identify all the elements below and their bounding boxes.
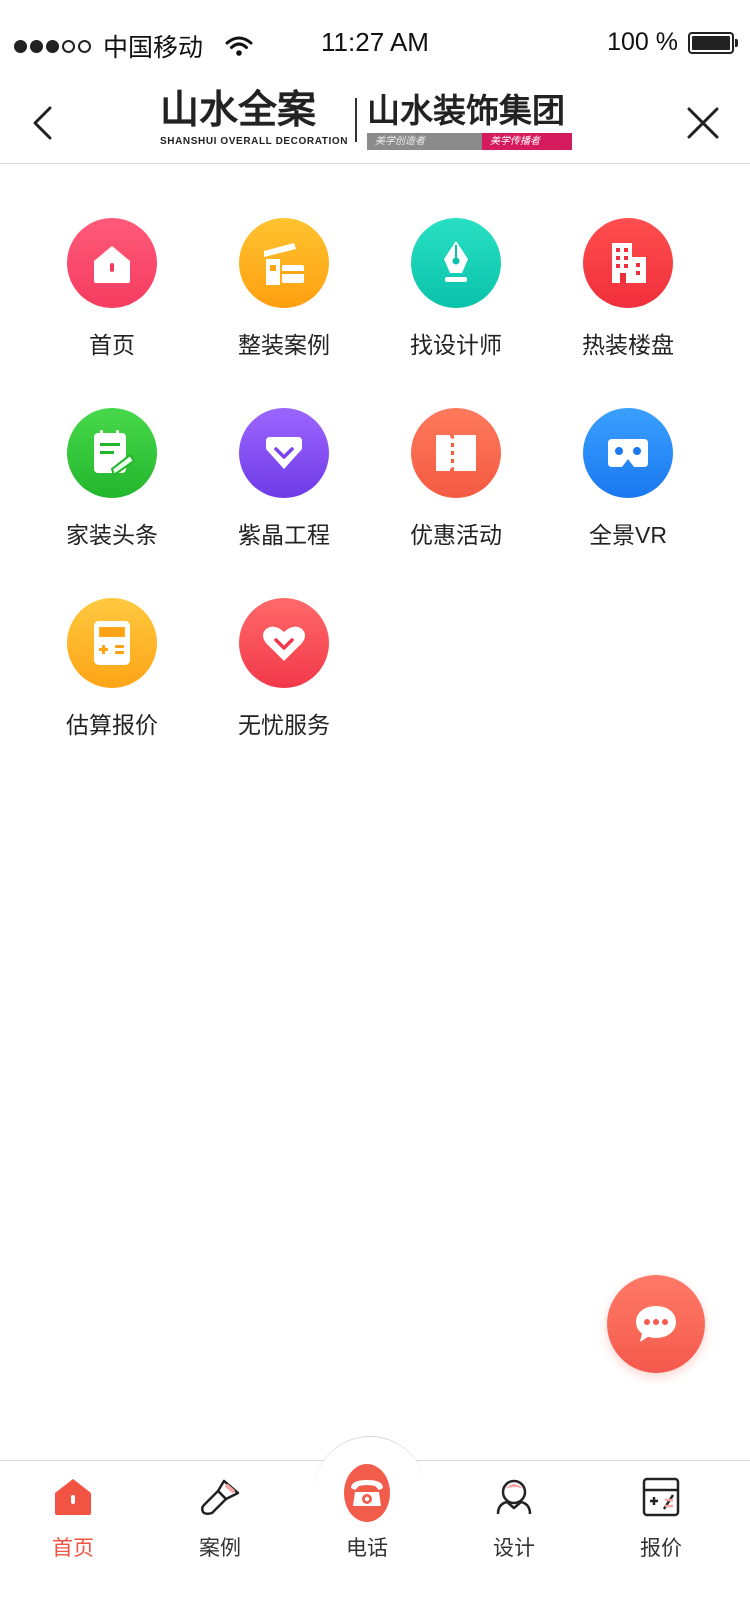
tab-design[interactable]: 设计 [459, 1474, 569, 1562]
grid-label: 整装案例 [238, 332, 330, 358]
building-icon [583, 218, 673, 308]
tab-label: 案例 [199, 1537, 241, 1560]
close-icon [687, 107, 719, 139]
designer-icon [491, 1474, 537, 1520]
grid-label: 热装楼盘 [582, 332, 674, 358]
close-button[interactable] [678, 98, 728, 148]
grid-label: 全景VR [589, 522, 667, 548]
brand-logo: 山水全案 SHANSHUI OVERALL DECORATION 山水装饰集团 … [160, 90, 590, 156]
ticket-icon [411, 408, 501, 498]
grid-label: 家装头条 [66, 522, 158, 548]
home-icon [67, 218, 157, 308]
phone-icon [344, 1464, 390, 1522]
grid-label: 首页 [89, 332, 135, 358]
grid-label: 无忧服务 [238, 712, 330, 738]
grid-item-hot-buildings[interactable]: 热装楼盘 [542, 218, 714, 368]
quote-icon [638, 1474, 684, 1520]
battery-icon [688, 31, 738, 54]
tab-label: 报价 [640, 1537, 682, 1560]
tagline-left: 美学创造者 [367, 133, 482, 150]
status-bar: 中国移动 11:27 AM 100 % [0, 0, 750, 84]
grid-item-vr[interactable]: 全景VR [542, 408, 714, 558]
grid-label: 找设计师 [410, 332, 502, 358]
grid-item-quote-estimate[interactable]: 估算报价 [26, 598, 198, 748]
tagline-right: 美学传播者 [482, 133, 572, 150]
grid-item-headlines[interactable]: 家装头条 [26, 408, 198, 558]
grid-label: 优惠活动 [410, 522, 502, 548]
tab-phone[interactable]: 电话 [312, 1464, 422, 1562]
battery-percentage: 100 % [607, 28, 678, 56]
logo-shanshui-overall: 山水全案 SHANSHUI OVERALL DECORATION [160, 89, 349, 148]
tab-label: 首页 [52, 1537, 94, 1560]
notepad-icon [67, 408, 157, 498]
grid-item-cases[interactable]: 整装案例 [198, 218, 370, 368]
chat-bubble-icon [636, 1306, 676, 1342]
logo-divider [355, 98, 357, 142]
tab-label: 设计 [493, 1537, 535, 1560]
chat-button[interactable] [607, 1275, 705, 1373]
vr-glasses-icon [583, 408, 673, 498]
back-button[interactable] [22, 98, 62, 148]
tab-home[interactable]: 首页 [18, 1474, 128, 1562]
brush-icon [197, 1474, 243, 1520]
grid-item-promotions[interactable]: 优惠活动 [370, 408, 542, 558]
diamond-icon [239, 408, 329, 498]
heart-icon [239, 598, 329, 688]
grid-label: 紫晶工程 [238, 522, 330, 548]
grid-item-service[interactable]: 无忧服务 [198, 598, 370, 748]
grid-item-crystal-project[interactable]: 紫晶工程 [198, 408, 370, 558]
logo-left-en: SHANSHUI OVERALL DECORATION [160, 136, 349, 147]
status-right: 100 % [607, 28, 738, 57]
home-icon [50, 1474, 96, 1520]
chevron-left-icon [33, 106, 52, 140]
tab-quote[interactable]: 报价 [606, 1474, 716, 1562]
logo-tagline: 美学创造者 美学传播者 [367, 133, 583, 150]
house-case-icon [239, 218, 329, 308]
feature-grid: 首页 整装案例 找设计师 热装楼盘 家装头条 紫晶工程 优惠活动 全景VR 估算… [26, 218, 716, 748]
logo-left-cn: 山水全案 [160, 89, 317, 132]
grid-item-home[interactable]: 首页 [26, 218, 198, 368]
grid-item-designer[interactable]: 找设计师 [370, 218, 542, 368]
logo-shanshui-group: 山水装饰集团 美学创造者 美学传播者 [367, 92, 583, 150]
pen-nib-icon [411, 218, 501, 308]
grid-label: 估算报价 [66, 712, 158, 738]
calculator-icon [67, 598, 157, 688]
tab-label: 电话 [346, 1537, 388, 1560]
logo-right-cn: 山水装饰集团 [367, 92, 565, 129]
tab-cases[interactable]: 案例 [165, 1474, 275, 1562]
nav-bar: 山水全案 SHANSHUI OVERALL DECORATION 山水装饰集团 … [0, 84, 750, 164]
